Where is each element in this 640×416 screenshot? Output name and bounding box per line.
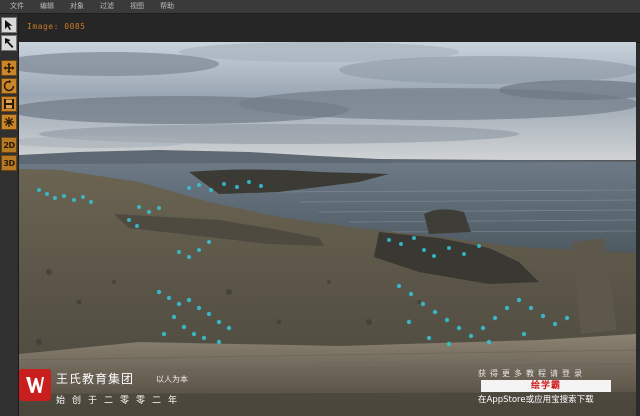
- menu-item-2[interactable]: 对象: [62, 0, 92, 13]
- more-tutorials-text: 获得更多教程请登录: [478, 369, 586, 378]
- 2d-button[interactable]: 2D: [1, 137, 17, 153]
- tool-palette: 2D 3D: [0, 14, 19, 416]
- menu-item-4[interactable]: 视图: [122, 0, 152, 13]
- 2d-label: 2D: [3, 140, 15, 150]
- move-button[interactable]: [1, 60, 17, 76]
- move-icon: [3, 62, 15, 74]
- save-icon: [3, 98, 15, 110]
- menu-item-0[interactable]: 文件: [0, 0, 32, 13]
- rotate-button[interactable]: [1, 78, 17, 94]
- menu-bar: 文件 编辑 对象 过滤 视图 帮助: [0, 0, 640, 14]
- image-frame-label: Image: 0085: [27, 22, 86, 31]
- viewer-header: Image: 0085: [19, 14, 640, 43]
- appstore-text: 在AppStore或应用宝搜索下载: [478, 395, 594, 405]
- menu-item-1[interactable]: 编辑: [32, 0, 62, 13]
- rotate-icon: [3, 80, 15, 92]
- wangshi-logo: [19, 369, 51, 401]
- site-name-badge: 绘学霸: [481, 380, 611, 392]
- select-arrow-button[interactable]: [1, 17, 17, 33]
- image-viewport[interactable]: 王氏教育集团 以人为本 始创于二零零二年 获得更多教程请登录 绘学霸 在AppS…: [19, 42, 636, 416]
- menu-item-3[interactable]: 过滤: [92, 0, 122, 13]
- 3d-label: 3D: [3, 158, 15, 168]
- pen-tool-button[interactable]: [1, 35, 17, 51]
- menu-item-5[interactable]: 帮助: [152, 0, 182, 13]
- slogan-text: 以人为本: [156, 375, 188, 384]
- founded-text: 始创于二零零二年: [56, 396, 185, 406]
- group-name-text: 王氏教育集团: [56, 372, 135, 386]
- save-button[interactable]: [1, 96, 17, 112]
- select-arrow-icon: [3, 19, 15, 31]
- beach-photo: [19, 42, 636, 416]
- 3d-button[interactable]: 3D: [1, 155, 17, 171]
- transform-button[interactable]: [1, 114, 17, 130]
- pen-tool-icon: [3, 37, 15, 49]
- transform-icon: [3, 116, 15, 128]
